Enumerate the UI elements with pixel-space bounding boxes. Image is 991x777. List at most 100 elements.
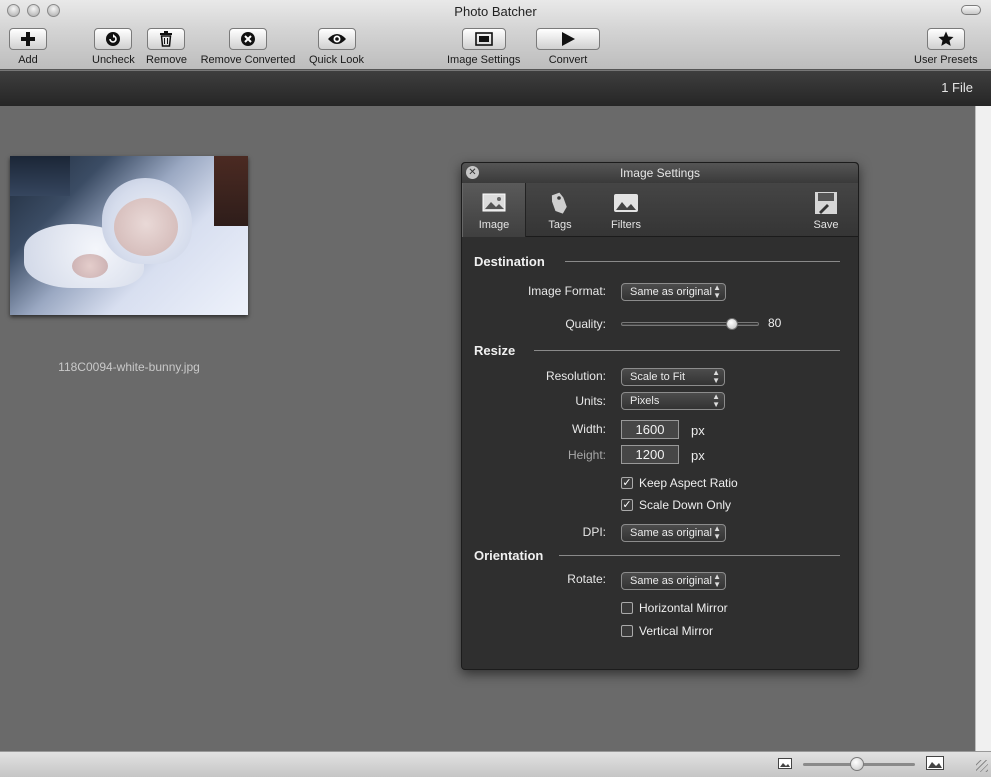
remove-converted-label: Remove Converted [200,54,296,66]
refresh-icon [106,32,121,46]
file-count-bar: 1 File [0,70,991,106]
tag-icon [551,192,567,214]
width-label: Width: [571,422,606,436]
tab-filters-label: Filters [611,219,641,231]
tab-image[interactable]: Image [462,183,526,237]
updown-arrows-icon: ▲ ▼ [713,283,721,300]
checkbox-box[interactable]: ✓ [621,477,633,489]
panel-tabs: Image Tags Filters Save [462,183,858,237]
units-select[interactable]: Pixels ▲ ▼ [621,392,725,410]
keep-aspect-ratio-checkbox[interactable]: ✓ Keep Aspect Ratio [621,476,738,490]
resolution-value: Scale to Fit [630,371,686,383]
updown-arrows-icon: ▲ ▼ [713,524,721,541]
image-settings-label: Image Settings [447,54,521,66]
uncheck-button[interactable]: Uncheck [92,28,135,66]
convert-label: Convert [548,54,588,66]
scale-down-only-label: Scale Down Only [639,498,732,512]
add-label: Add [18,54,38,66]
panel-close-icon[interactable]: ✕ [466,166,479,179]
uncheck-label: Uncheck [92,54,135,66]
divider [559,555,840,556]
tab-tags-label: Tags [548,219,572,231]
quality-slider-knob[interactable] [726,318,739,330]
tab-tags[interactable]: Tags [528,183,592,237]
divider [565,261,840,262]
photo-thumbnail[interactable] [10,156,248,315]
scale-down-only-checkbox[interactable]: ✓ Scale Down Only [621,498,731,512]
resize-grip[interactable] [976,760,988,772]
destination-heading: Destination [474,254,545,269]
vertical-scrollbar[interactable] [975,106,991,751]
window-title: Photo Batcher [454,4,537,19]
bottom-bar [0,751,991,777]
updown-arrows-icon: ▲ ▼ [712,368,720,385]
image-format-select[interactable]: Same as original ▲ ▼ [621,283,726,301]
quality-label: Quality: [565,317,606,331]
tab-save[interactable]: Save [794,183,858,237]
remove-button[interactable]: Remove [146,28,187,66]
file-count: 1 File [941,80,973,95]
filters-icon [614,194,638,212]
image-format-label: Image Format: [527,284,606,298]
trash-icon [160,31,173,47]
resolution-label: Resolution: [545,369,606,383]
checkbox-box[interactable] [621,602,633,614]
image-settings-button[interactable]: Image Settings [447,28,520,66]
units-label: Units: [575,394,606,408]
keep-aspect-ratio-label: Keep Aspect Ratio [639,476,738,490]
convert-button[interactable]: Convert [536,28,600,66]
remove-label: Remove [146,54,187,66]
dpi-value: Same as original [630,527,712,539]
quick-look-button[interactable]: Quick Look [309,28,364,66]
orientation-heading: Orientation [474,548,544,563]
image-format-value: Same as original [630,286,712,298]
height-unit: px [691,448,705,463]
horizontal-mirror-checkbox[interactable]: Horizontal Mirror [621,601,728,615]
app-window: Photo Batcher Add Uncheck Remove Remove … [0,0,991,777]
user-presets-label: User Presets [914,54,978,66]
remove-converted-button[interactable]: Remove Converted [199,28,297,66]
panel-title: Image Settings [462,163,858,183]
width-unit: px [691,423,705,438]
image-settings-panel: Image Settings ✕ Image Tags Filters Save… [461,162,859,670]
toolbar-toggle-button[interactable] [961,5,981,15]
horizontal-mirror-label: Horizontal Mirror [639,601,728,615]
add-button[interactable]: Add [9,28,47,66]
vertical-mirror-label: Vertical Mirror [639,624,714,638]
units-value: Pixels [630,395,660,407]
x-circle-icon [241,32,255,46]
resolution-select[interactable]: Scale to Fit ▲ ▼ [621,368,725,386]
image-frame-icon [474,32,493,46]
rotate-value: Same as original [630,575,712,587]
updown-arrows-icon: ▲ ▼ [713,572,721,589]
checkbox-box[interactable] [621,625,633,637]
small-image-icon[interactable] [778,758,792,769]
dpi-label: DPI: [582,525,606,539]
thumbnail-size-knob[interactable] [849,757,864,771]
tab-filters[interactable]: Filters [594,183,658,237]
rotate-select[interactable]: Same as original ▲ ▼ [621,572,726,590]
updown-arrows-icon: ▲ ▼ [712,392,720,409]
checkbox-box[interactable]: ✓ [621,499,633,511]
toolbar: Photo Batcher Add Uncheck Remove Remove … [0,0,991,70]
large-image-icon[interactable] [926,756,944,770]
tab-image-label: Image [478,219,510,231]
tab-save-label: Save [813,219,839,231]
vertical-mirror-checkbox[interactable]: Vertical Mirror [621,624,713,638]
user-presets-button[interactable]: User Presets [914,28,978,66]
play-icon [562,32,575,46]
height-label: Height: [567,448,606,462]
dpi-select[interactable]: Same as original ▲ ▼ [621,524,726,542]
quality-slider[interactable] [621,318,759,330]
eye-icon [327,34,346,44]
image-icon [482,193,506,212]
rotate-label: Rotate: [567,572,606,586]
thumbnail-size-slider[interactable] [803,757,915,771]
quality-value: 80 [768,316,782,330]
plus-icon [21,32,35,46]
width-field[interactable]: 1600 [621,420,679,439]
save-disk-icon [815,192,837,214]
quick-look-label: Quick Look [309,54,365,66]
height-field[interactable]: 1200 [621,445,679,464]
resize-heading: Resize [474,343,516,358]
